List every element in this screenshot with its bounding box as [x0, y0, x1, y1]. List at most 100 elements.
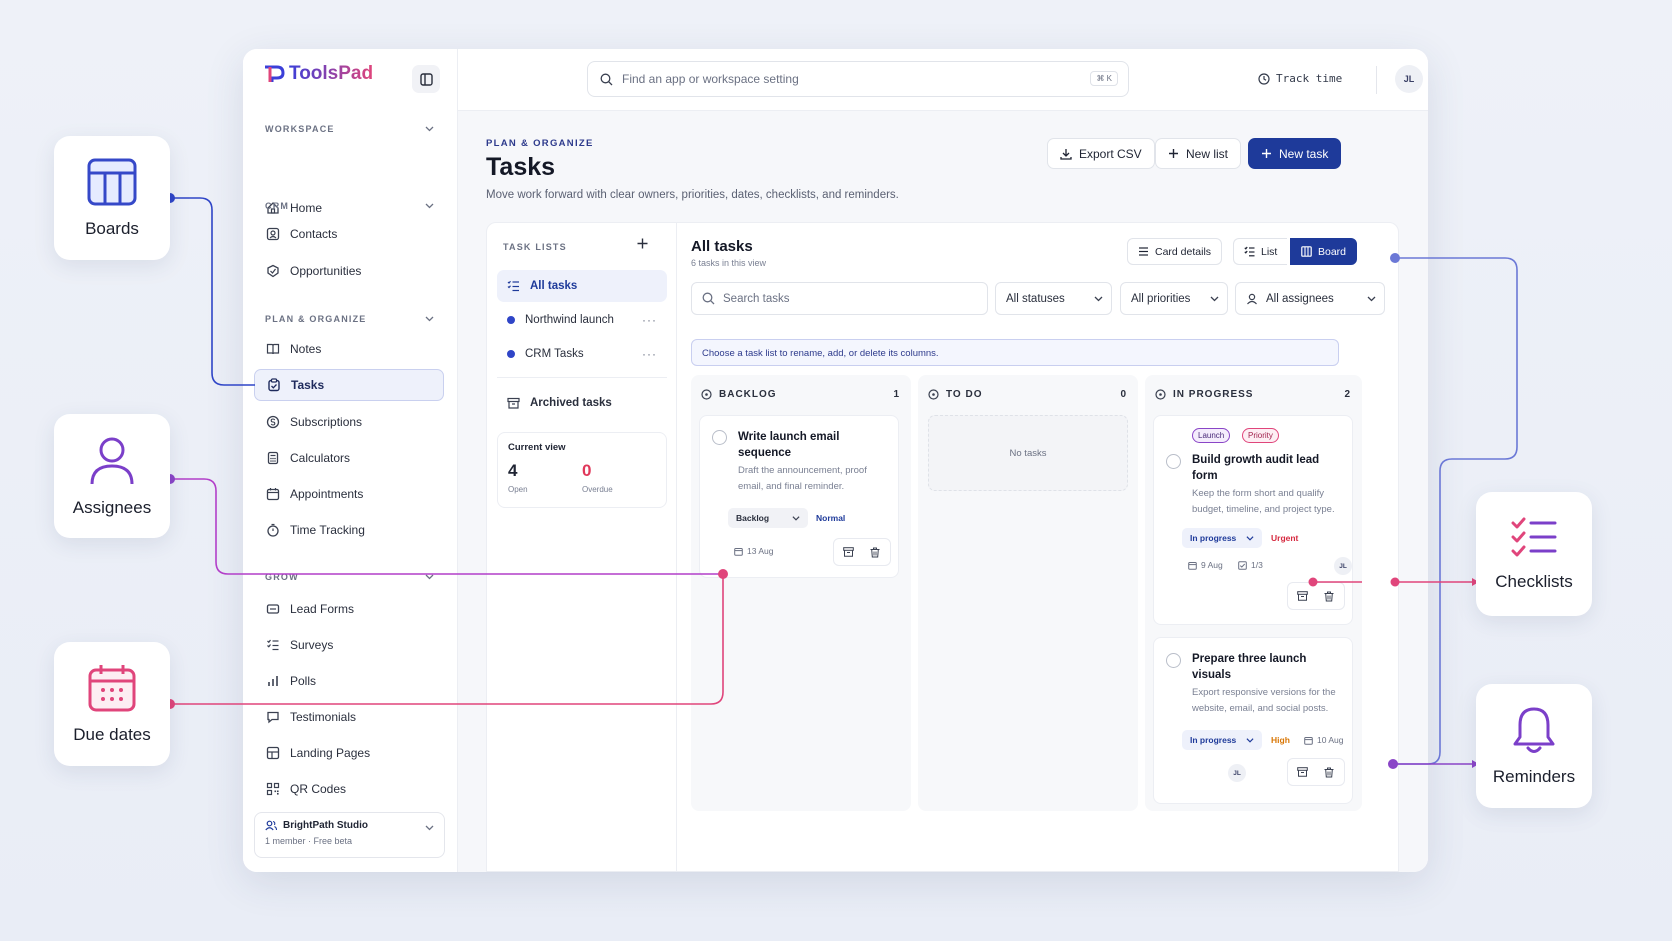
archive-icon — [507, 397, 520, 409]
task-list-all-tasks[interactable]: All tasks — [497, 270, 667, 302]
user-avatar[interactable]: JL — [1395, 65, 1423, 93]
column-title: IN PROGRESS — [1173, 389, 1254, 400]
feature-label: Checklists — [1495, 572, 1573, 591]
delete-task-button[interactable] — [1318, 761, 1340, 783]
sidebar-item-tasks[interactable]: Tasks — [254, 369, 444, 401]
board-icon — [1301, 246, 1312, 257]
sidebar-section-workspace[interactable]: WORKSPACE — [265, 124, 335, 134]
sidebar-item-qr-codes[interactable]: QR Codes — [254, 773, 444, 805]
archive-task-button[interactable] — [1291, 585, 1313, 607]
task-priority[interactable]: Normal — [816, 513, 845, 523]
column-info-banner: Choose a task list to rename, add, or de… — [691, 339, 1339, 366]
delete-task-button[interactable] — [1318, 585, 1340, 607]
sidebar-item-opportunities[interactable]: Opportunities — [254, 255, 444, 287]
column-count: 1 — [893, 389, 899, 400]
task-list-northwind-launch[interactable]: Northwind launch ··· — [497, 304, 667, 336]
sidebar-item-subscriptions[interactable]: Subscriptions — [254, 406, 444, 438]
task-description: Keep the form short and qualify budget, … — [1192, 488, 1335, 515]
view-board-button[interactable]: Board — [1290, 238, 1358, 265]
task-assignee-avatar[interactable]: JL — [1228, 764, 1246, 782]
chevron-down-icon[interactable] — [425, 572, 434, 581]
sidebar-collapse-button[interactable] — [412, 65, 440, 93]
status-filter-value: All statuses — [1006, 292, 1065, 305]
column-status-icon — [1155, 389, 1166, 400]
task-assignee-avatar[interactable]: JL — [1334, 557, 1352, 575]
new-task-label: New task — [1279, 146, 1329, 161]
sidebar-item-calculators[interactable]: Calculators — [254, 442, 444, 474]
logo-text: ToolsPad — [289, 63, 374, 84]
new-task-button[interactable]: New task — [1248, 138, 1342, 169]
sidebar-item-contacts[interactable]: Contacts — [254, 218, 444, 250]
sidebar-section-plan[interactable]: PLAN & ORGANIZE — [265, 314, 367, 324]
task-list-crm-tasks[interactable]: CRM Tasks ··· — [497, 338, 667, 370]
delete-task-button[interactable] — [864, 541, 886, 563]
task-tag-priority[interactable]: Priority — [1242, 428, 1279, 443]
sidebar-section-crm[interactable]: CRM — [265, 201, 289, 211]
sidebar-item-label: Subscriptions — [290, 415, 363, 429]
task-card-write-launch-email[interactable]: Write launch email sequence Draft the an… — [699, 415, 899, 578]
page-eyebrow: PLAN & ORGANIZE — [486, 138, 594, 149]
export-csv-button[interactable]: Export CSV — [1047, 138, 1155, 169]
feature-label: Boards — [85, 219, 139, 238]
card-details-button[interactable]: Card details — [1127, 238, 1223, 265]
new-list-button[interactable]: New list — [1155, 138, 1242, 169]
calendar-icon — [734, 547, 743, 556]
task-checklist-progress[interactable]: 1/3 — [1238, 560, 1263, 570]
sidebar-item-polls[interactable]: Polls — [254, 665, 444, 697]
task-list-label: CRM Tasks — [525, 348, 584, 360]
sidebar-item-testimonials[interactable]: Testimonials — [254, 701, 444, 733]
logo[interactable]: ToolsPad — [263, 63, 373, 85]
chevron-down-icon[interactable] — [425, 314, 434, 323]
task-complete-checkbox[interactable] — [712, 430, 727, 445]
app-window: ToolsPad WORKSPACE Home CRM Contacts Opp… — [243, 49, 1428, 872]
divider — [497, 377, 667, 378]
global-search-input[interactable]: Find an app or workspace setting ⌘ K — [587, 61, 1129, 97]
task-complete-checkbox[interactable] — [1166, 454, 1181, 469]
trash-icon — [1324, 767, 1334, 777]
topbar: Find an app or workspace setting ⌘ K Tra… — [458, 49, 1428, 111]
chevron-down-icon[interactable] — [425, 201, 434, 210]
status-filter-select[interactable]: All statuses — [995, 282, 1112, 315]
chevron-down-icon[interactable] — [425, 124, 434, 133]
task-status-select[interactable]: Backlog — [728, 508, 808, 528]
sidebar-item-label: QR Codes — [290, 782, 347, 796]
chevron-down-icon — [1210, 296, 1219, 302]
search-shortcut: ⌘ K — [1090, 71, 1118, 86]
task-status-value: In progress — [1190, 533, 1237, 543]
assignee-filter-select[interactable]: All assignees — [1235, 282, 1385, 315]
sidebar-item-lead-forms[interactable]: Lead Forms — [254, 593, 444, 625]
archived-tasks-link[interactable]: Archived tasks — [497, 387, 667, 419]
sidebar-item-appointments[interactable]: Appointments — [254, 478, 444, 510]
task-status-select[interactable]: In progress — [1182, 730, 1262, 750]
task-priority[interactable]: Urgent — [1271, 533, 1298, 543]
task-card-growth-audit-form[interactable]: Launch Priority Build growth audit lead … — [1153, 415, 1353, 625]
sidebar-item-label: Calculators — [290, 451, 351, 465]
task-tag-launch[interactable]: Launch — [1192, 428, 1231, 443]
add-list-icon[interactable] — [636, 237, 649, 250]
workspace-switcher[interactable]: BrightPath Studio 1 member · Free beta — [254, 812, 445, 858]
task-status-value: Backlog — [736, 513, 770, 523]
task-card-launch-visuals[interactable]: Prepare three launch visuals Export resp… — [1153, 637, 1353, 804]
sidebar-item-time-tracking[interactable]: Time Tracking — [254, 514, 444, 546]
sidebar-section-grow[interactable]: GROW — [265, 572, 299, 582]
search-tasks-input[interactable]: Search tasks — [691, 282, 988, 315]
task-due-date[interactable]: 9 Aug — [1188, 560, 1223, 570]
view-list-button[interactable]: List — [1233, 238, 1288, 265]
sidebar-item-notes[interactable]: Notes — [254, 333, 444, 365]
tasks-panel: TASK LISTS All tasks Northwind launch ··… — [486, 222, 1399, 872]
chevron-down-icon — [425, 825, 434, 831]
sidebar-item-landing-pages[interactable]: Landing Pages — [254, 737, 444, 769]
task-due-date[interactable]: 10 Aug — [1304, 735, 1343, 745]
task-due-date[interactable]: 13 Aug — [734, 546, 773, 556]
archive-task-button[interactable] — [837, 541, 859, 563]
feature-card-checklists: Checklists — [1476, 492, 1592, 616]
track-time-button[interactable]: Track time — [1258, 72, 1342, 85]
sidebar-item-surveys[interactable]: Surveys — [254, 629, 444, 661]
archive-task-button[interactable] — [1291, 761, 1313, 783]
task-complete-checkbox[interactable] — [1166, 653, 1181, 668]
task-priority[interactable]: High — [1271, 735, 1290, 745]
task-status-select[interactable]: In progress — [1182, 528, 1262, 548]
more-options-icon[interactable]: ··· — [642, 313, 657, 327]
priority-filter-select[interactable]: All priorities — [1120, 282, 1228, 315]
more-options-icon[interactable]: ··· — [642, 347, 657, 361]
